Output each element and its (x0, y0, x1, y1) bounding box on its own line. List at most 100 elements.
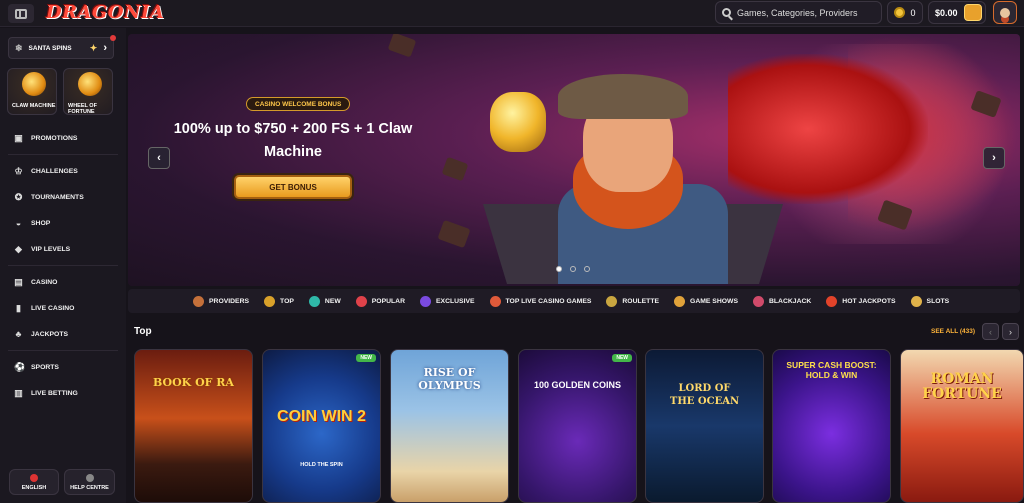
games-next-button[interactable]: › (1002, 323, 1019, 340)
sidebar-item-promotions[interactable]: ▣ PROMOTIONS (0, 125, 126, 151)
category-top-live-casino[interactable]: TOP LIVE CASINO GAMES (489, 295, 591, 307)
claw-machine-label: CLAW MACHINE (12, 103, 56, 109)
game-subtitle: HOLD THE SPIN (300, 462, 343, 468)
sidebar-item-shop[interactable]: ◒ SHOP (0, 210, 126, 236)
category-exclusive[interactable]: EXCLUSIVE (420, 295, 475, 307)
game-card-book-of-ra[interactable]: BOOK OF RA (134, 349, 253, 503)
banner-next-button[interactable]: › (983, 147, 1005, 169)
dwarf-hat-art (558, 74, 688, 119)
chevron-right-icon: › (1009, 326, 1012, 337)
category-label: TOP (280, 297, 294, 305)
claw-machine-icon (22, 72, 46, 96)
search-input[interactable]: Games, Categories, Providers (715, 1, 882, 24)
sidebar-item-tournaments[interactable]: ✪ TOURNAMENTS (0, 184, 126, 210)
banner-prev-button[interactable]: ‹ (148, 147, 170, 169)
slots-icon (910, 295, 922, 307)
wand-icon: ✦ (89, 42, 98, 53)
category-blackjack[interactable]: BLACKJACK (753, 295, 812, 307)
category-slots[interactable]: SLOTS (910, 295, 950, 307)
category-roulette[interactable]: ROULETTE (606, 295, 660, 307)
language-button[interactable]: ENGLISH (9, 469, 59, 495)
sidebar-item-live-betting[interactable]: ▥ LIVE BETTING (0, 380, 126, 406)
claw-machine-tile[interactable]: CLAW MACHINE (7, 68, 57, 115)
live-chip-icon (489, 295, 501, 307)
sidebar-item-vip-levels[interactable]: ◆ VIP LEVELS (0, 236, 126, 262)
profile-button[interactable] (993, 1, 1017, 24)
wheel-of-fortune-label: WHEEL OF FORTUNE (68, 103, 97, 115)
coins-count: 0 (910, 7, 916, 18)
game-card-roman-fortune[interactable]: ROMAN FORTUNE (900, 349, 1024, 503)
game-card-super-cash-boost[interactable]: SUPER CASH BOOST: HOLD & WIN (772, 349, 891, 503)
roulette-icon (606, 295, 618, 307)
game-card-lord-of-the-ocean[interactable]: LORD OF THE OCEAN (645, 349, 764, 503)
carousel-dot[interactable] (584, 266, 590, 272)
sidebar-item-jackpots[interactable]: ♣ JACKPOTS (0, 321, 126, 347)
chevron-right-icon: › (103, 42, 107, 54)
sidebar-item-label: CASINO (31, 278, 58, 286)
new-badge: NEW (356, 354, 376, 362)
flag-icon (30, 473, 38, 482)
flame-icon (826, 295, 838, 307)
gem-icon (420, 295, 431, 307)
sidebar-toggle-button[interactable] (8, 4, 34, 23)
bonus-title: 100% up to $750 + 200 FS + 1 Claw Machin… (173, 121, 413, 160)
category-hot-jackpots[interactable]: HOT JACKPOTS (826, 295, 896, 307)
category-label: BLACKJACK (769, 297, 812, 305)
carousel-dots (556, 266, 590, 272)
category-new[interactable]: NEW (308, 295, 341, 307)
category-game-shows[interactable]: GAME SHOWS (674, 295, 738, 307)
search-icon (722, 8, 731, 17)
balance-button[interactable]: $0.00 (928, 1, 986, 24)
get-bonus-button[interactable]: GET BONUS (234, 175, 352, 199)
trophy-icon: ♔ (14, 165, 23, 176)
site-logo[interactable]: DRAGONIA (46, 2, 164, 23)
carousel-dot[interactable] (570, 266, 576, 272)
providers-icon (193, 295, 204, 307)
language-label: ENGLISH (21, 484, 47, 491)
help-label: HELP CENTRE (70, 484, 109, 491)
section-title: Top (134, 326, 152, 337)
divider (8, 265, 118, 266)
coins-button[interactable]: 0 (887, 1, 923, 24)
category-providers[interactable]: PROVIDERS (193, 295, 249, 307)
category-label: HOT JACKPOTS (842, 297, 896, 305)
sidebar-item-challenges[interactable]: ♔ CHALLENGES (0, 158, 126, 184)
clover-icon: ♣ (15, 328, 22, 339)
diamond-icon: ◆ (15, 243, 22, 254)
category-label: SLOTS (926, 297, 950, 305)
category-top[interactable]: TOP (264, 295, 294, 307)
carousel-dot[interactable] (556, 266, 562, 272)
sidebar-item-label: SPORTS (31, 363, 59, 371)
wheel-of-fortune-tile[interactable]: WHEEL OF FORTUNE (63, 68, 113, 115)
new-icon (308, 295, 320, 307)
game-card-coin-win-2[interactable]: NEW COIN WIN 2 HOLD THE SPIN (262, 349, 381, 503)
promo-banner[interactable]: CASINO WELCOME BONUS 100% up to $750 + 2… (128, 34, 1020, 286)
rock-art (437, 219, 471, 249)
game-card-rise-of-olympus[interactable]: RISE OF OLYMPUS (390, 349, 509, 503)
game-title: BOOK OF RA (153, 376, 234, 389)
games-prev-button[interactable]: ‹ (982, 323, 999, 340)
sidebar-item-label: CHALLENGES (31, 167, 78, 175)
sidebar-item-label: VIP LEVELS (31, 245, 71, 253)
wheel-icon (674, 295, 686, 307)
notification-dot (110, 35, 116, 41)
santa-spins-button[interactable]: ❄ SANTA SPINS ✦ › (8, 35, 116, 59)
help-centre-button[interactable]: HELP CENTRE (64, 469, 115, 495)
category-label: EXCLUSIVE (436, 297, 475, 305)
cards-icon (753, 295, 764, 307)
sidebar-item-label: LIVE BETTING (31, 389, 78, 397)
dealer-icon: ▮ (16, 302, 21, 313)
game-title: ROMAN FORTUNE (922, 371, 1002, 402)
game-title: SUPER CASH BOOST: HOLD & WIN (786, 360, 877, 380)
sidebar-item-casino[interactable]: ▤ CASINO (0, 269, 126, 295)
sidebar-item-live-casino[interactable]: ▮ LIVE CASINO (0, 295, 126, 321)
balance-amount: $0.00 (935, 7, 958, 18)
chevron-left-icon: ‹ (989, 326, 992, 337)
sidebar-item-sports[interactable]: ⚽ SPORTS (0, 354, 126, 380)
category-label: ROULETTE (622, 297, 660, 305)
game-card-100-golden-coins[interactable]: NEW 100 GOLDEN COINS (518, 349, 637, 503)
category-popular[interactable]: POPULAR (355, 295, 405, 307)
sidebar-item-label: PROMOTIONS (31, 134, 78, 142)
see-all-link[interactable]: SEE ALL (433) (931, 328, 975, 335)
sidebar-item-label: TOURNAMENTS (31, 193, 84, 201)
